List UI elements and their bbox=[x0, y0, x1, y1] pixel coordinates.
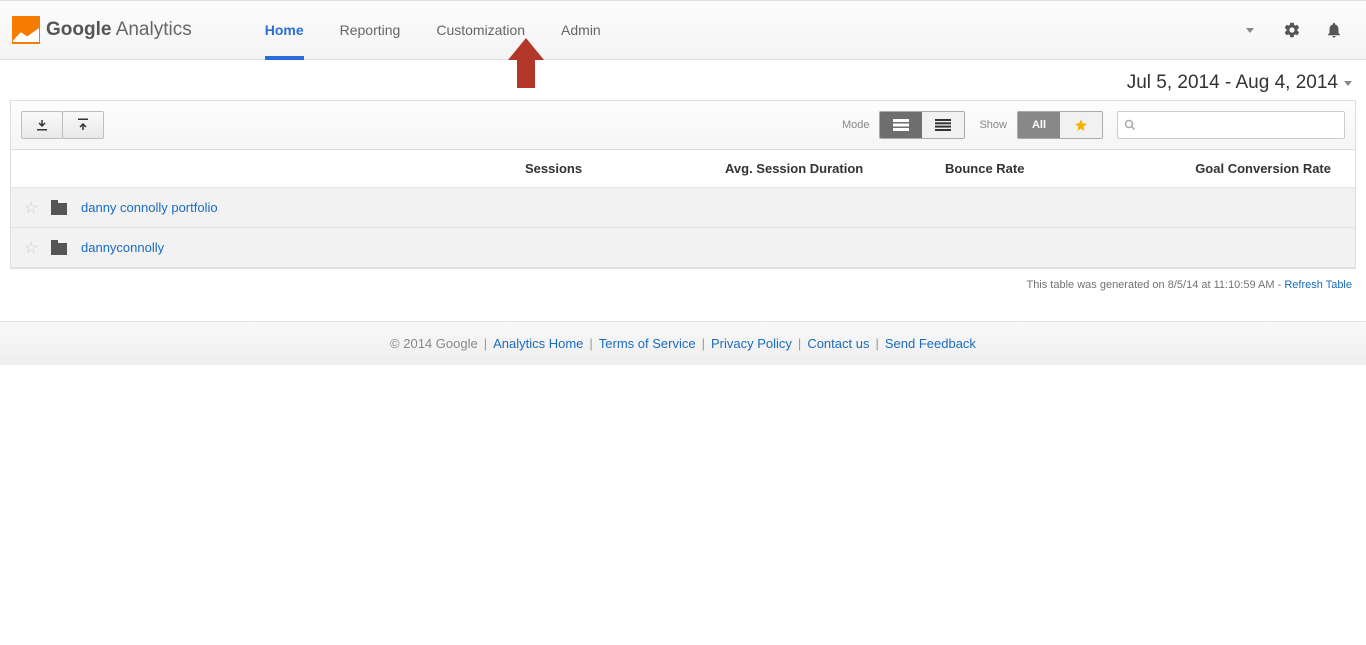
nav-home[interactable]: Home bbox=[247, 1, 322, 59]
generated-note-text: This table was generated on 8/5/14 at 11… bbox=[1026, 279, 1284, 291]
date-bar: Jul 5, 2014 - Aug 4, 2014 bbox=[0, 60, 1366, 100]
logo-text-light: Analytics bbox=[116, 19, 192, 40]
analytics-logo-icon bbox=[12, 16, 40, 44]
mode-label: Mode bbox=[842, 119, 870, 131]
folder-icon bbox=[51, 243, 67, 255]
column-goal[interactable]: Goal Conversion Rate bbox=[1145, 161, 1355, 176]
logo-text-strong: Google bbox=[46, 19, 111, 40]
collapse-all-button[interactable] bbox=[21, 111, 63, 139]
refresh-table-link[interactable]: Refresh Table bbox=[1284, 279, 1352, 291]
main-nav: Home Reporting Customization Admin bbox=[247, 1, 619, 59]
footer-feedback[interactable]: Send Feedback bbox=[885, 336, 976, 351]
date-range-picker[interactable]: Jul 5, 2014 - Aug 4, 2014 bbox=[1127, 72, 1352, 94]
folder-icon bbox=[51, 203, 67, 215]
footer-analytics-home[interactable]: Analytics Home bbox=[493, 336, 583, 351]
footer: © 2014 Google | Analytics Home | Terms o… bbox=[0, 321, 1366, 365]
search-box[interactable] bbox=[1117, 111, 1345, 139]
footer-privacy[interactable]: Privacy Policy bbox=[711, 336, 792, 351]
account-link[interactable]: danny connolly portfolio bbox=[81, 200, 218, 215]
logo[interactable]: Google Analytics bbox=[12, 16, 192, 44]
toolbar: Mode Show All bbox=[11, 101, 1355, 150]
show-label: Show bbox=[979, 119, 1007, 131]
star-toggle[interactable]: ☆ bbox=[24, 238, 38, 258]
logo-text: Google Analytics bbox=[46, 19, 192, 41]
app-header: Google Analytics Home Reporting Customiz… bbox=[0, 0, 1366, 60]
expand-all-button[interactable] bbox=[62, 111, 104, 139]
table-row: ☆ dannyconnolly bbox=[11, 228, 1355, 268]
generated-note: This table was generated on 8/5/14 at 11… bbox=[0, 269, 1366, 307]
account-link[interactable]: dannyconnolly bbox=[81, 240, 164, 255]
nav-reporting[interactable]: Reporting bbox=[322, 1, 419, 59]
footer-terms[interactable]: Terms of Service bbox=[599, 336, 696, 351]
column-sessions[interactable]: Sessions bbox=[525, 161, 725, 176]
table-row: ☆ danny connolly portfolio bbox=[11, 188, 1355, 228]
account-dropdown[interactable] bbox=[1233, 13, 1267, 47]
column-bounce[interactable]: Bounce Rate bbox=[945, 161, 1145, 176]
mode-toggle bbox=[879, 111, 965, 139]
mode-compact-button[interactable] bbox=[922, 112, 964, 138]
nav-customization[interactable]: Customization bbox=[418, 1, 543, 59]
settings-icon[interactable] bbox=[1275, 13, 1309, 47]
expand-collapse-group bbox=[21, 111, 104, 139]
content-frame: Mode Show All Sessions Avg. bbox=[10, 100, 1356, 269]
show-starred-button[interactable] bbox=[1060, 112, 1102, 138]
nav-admin[interactable]: Admin bbox=[543, 1, 619, 59]
mode-comfortable-button[interactable] bbox=[880, 112, 922, 138]
column-duration[interactable]: Avg. Session Duration bbox=[725, 161, 945, 176]
chevron-down-icon bbox=[1344, 81, 1352, 86]
show-toggle: All bbox=[1017, 111, 1103, 139]
grid-header: Sessions Avg. Session Duration Bounce Ra… bbox=[11, 150, 1355, 188]
notifications-icon[interactable] bbox=[1317, 13, 1351, 47]
star-toggle[interactable]: ☆ bbox=[24, 198, 38, 218]
footer-contact[interactable]: Contact us bbox=[807, 336, 869, 351]
footer-copyright: © 2014 Google bbox=[390, 336, 478, 351]
search-icon bbox=[1124, 119, 1136, 131]
date-range-text: Jul 5, 2014 - Aug 4, 2014 bbox=[1127, 72, 1338, 94]
search-input[interactable] bbox=[1140, 118, 1338, 132]
show-all-button[interactable]: All bbox=[1018, 112, 1060, 138]
